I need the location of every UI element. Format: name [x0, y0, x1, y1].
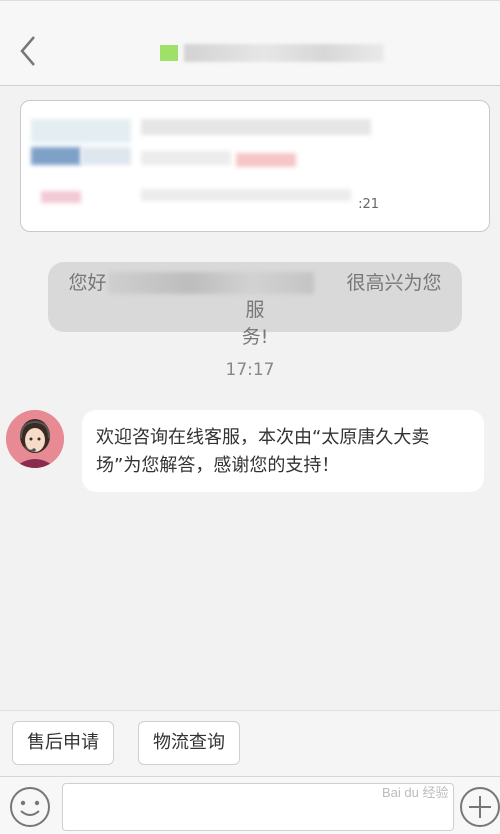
more-options-button[interactable]: [458, 785, 500, 829]
top-bar: [0, 0, 500, 86]
watermark: Bai du 经验: [382, 785, 449, 800]
page-title: [160, 41, 161, 42]
agent-avatar[interactable]: [6, 410, 64, 468]
emoji-button[interactable]: [8, 785, 52, 829]
blurred-text: [141, 119, 371, 135]
chevron-left-icon: [20, 36, 35, 66]
message-timestamp: 17:17: [225, 360, 275, 380]
chat-title: [160, 41, 384, 65]
back-button[interactable]: [14, 31, 44, 71]
blurred-text: [141, 151, 231, 165]
blurred-image: [81, 147, 131, 165]
blurred-price: [236, 153, 296, 167]
card-timestamp: :21: [358, 197, 379, 212]
store-status-indicator: [160, 45, 178, 61]
system-greeting-line2: 务!: [241, 326, 269, 348]
blurred-text: [141, 189, 351, 201]
support-agent-icon: [6, 410, 64, 468]
greeting-prefix: 您好: [68, 272, 107, 294]
blurred-store-name: [184, 44, 384, 62]
blurred-image: [31, 119, 131, 143]
blurred-image: [31, 147, 81, 165]
logistics-query-button[interactable]: 物流查询: [138, 721, 240, 765]
smiley-icon: [10, 787, 50, 827]
agent-message-text: 欢迎咨询在线客服，本次由“太原唐久大卖场”为您解答，感谢您的支持！: [96, 427, 430, 476]
after-sales-button[interactable]: 售后申请: [12, 721, 114, 765]
blurred-store-name: [108, 272, 314, 294]
plus-circle-icon: [460, 787, 500, 827]
agent-message-bubble: 欢迎咨询在线客服，本次由“太原唐久大卖场”为您解答，感谢您的支持！: [82, 410, 484, 492]
blurred-image: [41, 191, 81, 203]
quick-reply-bar: 售后申请 物流查询: [0, 710, 500, 776]
product-card[interactable]: :21: [20, 100, 490, 232]
